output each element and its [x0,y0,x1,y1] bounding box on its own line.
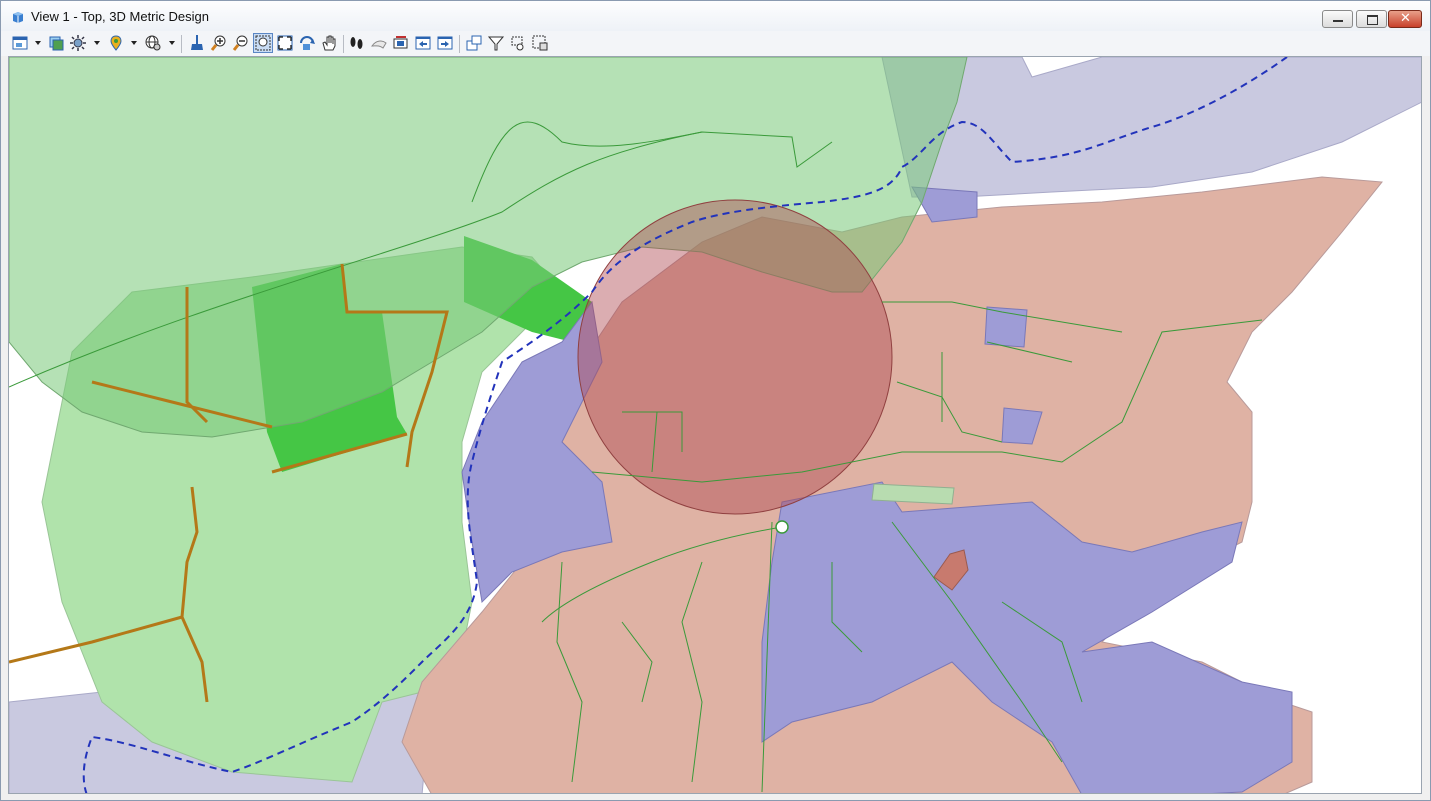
zoom-out-icon [232,35,248,51]
view-attributes-dropdown[interactable] [35,41,41,45]
maximize-button[interactable] [1356,10,1387,28]
update-view-button[interactable] [188,34,206,52]
minimize-button[interactable] [1322,10,1353,28]
view-cube-icon [13,12,23,23]
zoom-out-button[interactable] [232,34,250,52]
lighting-dropdown[interactable] [94,41,100,45]
toolbar-separator [181,35,182,53]
place-marker-button[interactable] [107,34,125,52]
window-area-icon [255,35,271,51]
clip-mask-icon [487,36,505,51]
previous-view-button[interactable] [414,34,432,52]
window-title: View 1 - Top, 3D Metric Design [31,9,209,24]
next-view-button[interactable] [436,34,454,52]
global-lighting-button[interactable] [144,34,162,52]
fit-view-button[interactable] [276,34,294,52]
select-area-icon [532,35,548,51]
rotate-view-button[interactable] [298,34,316,52]
roundabout [775,520,789,534]
camera-icon [393,36,408,49]
update-view-icon [191,35,203,50]
pan-view-icon [322,35,336,51]
walk-button[interactable] [348,34,366,52]
clip-volume-icon [371,40,387,49]
clip-volume-button[interactable] [370,34,388,52]
lighting-icon [70,35,86,51]
place-marker-dropdown[interactable] [131,41,137,45]
zoom-in-button[interactable] [210,34,228,52]
title-bar[interactable]: View 1 - Top, 3D Metric Design ✕ [1,1,1430,31]
place-marker-icon [110,35,122,51]
close-button[interactable]: ✕ [1388,10,1422,28]
maximize-icon [1367,15,1378,25]
view-toolbar [1,31,1430,56]
fit-view-icon [277,35,293,51]
pale-green-parcel [871,483,955,505]
toolbar-separator [459,35,460,53]
pan-view-button[interactable] [320,34,338,52]
map-canvas[interactable] [9,57,1422,794]
close-icon: ✕ [1400,11,1411,26]
clip-mask-button[interactable] [487,34,505,52]
levels-icon [49,36,64,51]
window-area-button[interactable] [253,33,273,53]
view-attributes-icon [12,36,28,50]
walk-icon [350,37,363,49]
red-buffer-circle [577,199,893,515]
previous-view-icon [415,36,431,50]
rotate-view-icon [300,36,315,50]
fence-icon [511,36,524,51]
zoom-in-icon [210,35,226,51]
minimize-icon [1333,20,1343,22]
view-attributes-button[interactable] [11,34,29,52]
next-view-icon [437,36,453,50]
levels-button[interactable] [47,34,65,52]
global-lighting-icon [145,35,161,51]
view-copy-button[interactable] [465,34,483,52]
map-viewport[interactable] [8,56,1422,794]
view-copy-icon [466,35,482,51]
design-window: View 1 - Top, 3D Metric Design ✕ [0,0,1431,801]
fence-button[interactable] [509,34,527,52]
camera-button[interactable] [392,34,410,52]
global-lighting-dropdown[interactable] [169,41,175,45]
toolbar-separator [343,35,344,53]
select-area-button[interactable] [531,34,549,52]
lighting-button[interactable] [69,34,87,52]
